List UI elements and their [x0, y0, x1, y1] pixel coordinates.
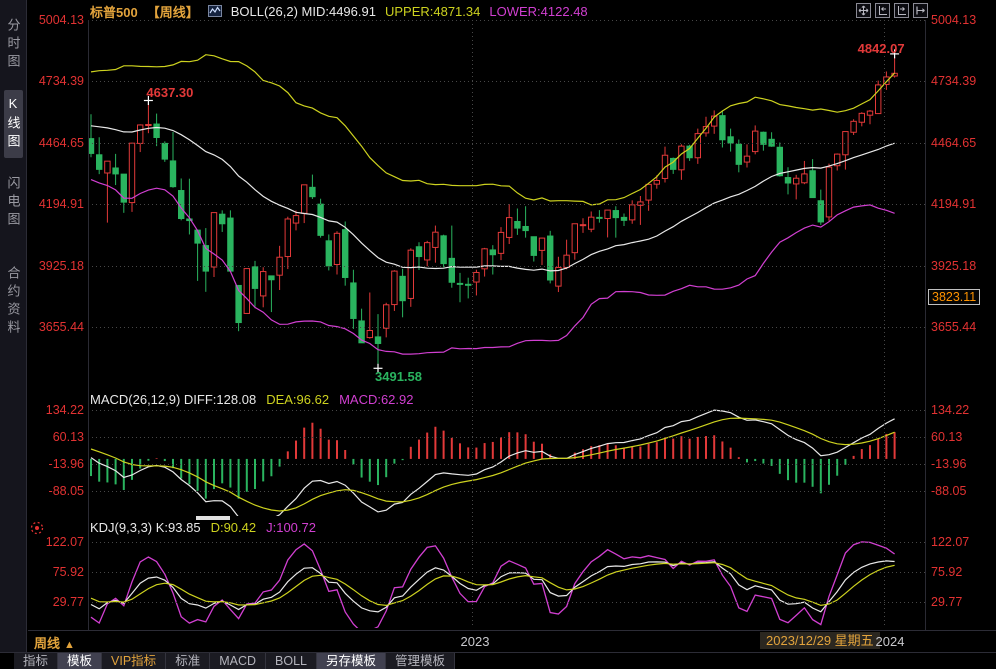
price-axis-label-right: 4194.91 — [931, 197, 976, 211]
triangle-up-icon: ▲ — [64, 639, 75, 651]
year-label-2024: 2024 — [876, 634, 905, 649]
indicator-settings-icon[interactable] — [29, 520, 45, 536]
panel-resize-handle[interactable] — [196, 516, 230, 520]
macd-header: MACD(26,12,9) DIFF:128.08 DEA:96.62 MACD… — [90, 392, 413, 407]
tab-5[interactable]: BOLL — [266, 653, 317, 669]
price-axis-label-right: 5004.13 — [931, 13, 976, 27]
tab-0[interactable]: 指标 — [14, 653, 58, 669]
price-annotation: 4842.07 — [858, 41, 905, 56]
macd-axis-label-left: 60.13 — [28, 430, 84, 444]
tab-1[interactable]: 模板 — [58, 653, 102, 669]
price-axis-label-right: 4734.39 — [931, 74, 976, 88]
kdj-axis-label-left: 122.07 — [28, 535, 84, 549]
macd-axis-label-right: -13.96 — [931, 457, 966, 471]
price-axis-label-right: 3655.44 — [931, 320, 976, 334]
macd-axis-label-right: 134.22 — [931, 403, 969, 417]
kdj-axis-label-left: 29.77 — [28, 595, 84, 609]
kdj-header: KDJ(9,3,3) K:93.85 D:90.42 J:100.72 — [90, 520, 316, 535]
macd-axis-label-left: -88.05 — [28, 484, 84, 498]
kdj-axis-label-right: 122.07 — [931, 535, 969, 549]
price-annotation: 4637.30 — [146, 85, 193, 100]
kdj-axis-label-right: 75.92 — [931, 565, 962, 579]
current-date-tag: 2023/12/29 星期五 — [760, 632, 880, 649]
price-axis-label-left: 5004.13 — [28, 13, 84, 27]
tab-4[interactable]: MACD — [210, 653, 266, 669]
kdj-d-label: D:90.42 — [211, 520, 257, 535]
last-price-tag: 3823.11 — [928, 289, 980, 305]
kdj-j-label: J:100.72 — [266, 520, 316, 535]
price-axis-label-right: 4464.65 — [931, 136, 976, 150]
macd-main-label: MACD(26,12,9) DIFF:128.08 — [90, 392, 256, 407]
macd-dea-label: DEA:96.62 — [266, 392, 329, 407]
kdj-main-label: KDJ(9,3,3) K:93.85 — [90, 520, 201, 535]
macd-axis-label-left: 134.22 — [28, 403, 84, 417]
bottom-tabbar: 指标模板VIP指标标准MACDBOLL另存模板管理模板 — [0, 652, 996, 669]
kline-chart-canvas[interactable] — [0, 0, 996, 669]
time-axis: 周线 ▲ 2023/12/29 星期五 2023 2024 — [28, 630, 996, 651]
price-axis-label-left: 4734.39 — [28, 74, 84, 88]
tab-6[interactable]: 另存模板 — [317, 653, 386, 669]
price-axis-label-left: 4464.65 — [28, 136, 84, 150]
price-axis-label-left: 3925.18 — [28, 259, 84, 273]
macd-axis-label-left: -13.96 — [28, 457, 84, 471]
price-axis-label-right: 3925.18 — [931, 259, 976, 273]
kdj-axis-label-right: 29.77 — [931, 595, 962, 609]
year-label-2023: 2023 — [461, 634, 490, 649]
macd-axis-label-right: -88.05 — [931, 484, 966, 498]
price-axis-label-left: 4194.91 — [28, 197, 84, 211]
tab-strip: 指标模板VIP指标标准MACDBOLL另存模板管理模板 — [14, 653, 455, 669]
period-label: 周线 — [34, 636, 60, 651]
price-axis-label-left: 3655.44 — [28, 320, 84, 334]
price-annotation: 3491.58 — [375, 369, 422, 384]
trading-app: 分时图K线图闪电图合约资料 标普500 【周线】 BOLL(26,2) MID:… — [0, 0, 996, 669]
tab-7[interactable]: 管理模板 — [386, 653, 454, 669]
macd-value-label: MACD:62.92 — [339, 392, 413, 407]
kdj-axis-label-left: 75.92 — [28, 565, 84, 579]
period-selector[interactable]: 周线 ▲ — [34, 633, 75, 652]
tab-2[interactable]: VIP指标 — [102, 653, 166, 669]
tab-3[interactable]: 标准 — [166, 653, 210, 669]
macd-axis-label-right: 60.13 — [931, 430, 962, 444]
